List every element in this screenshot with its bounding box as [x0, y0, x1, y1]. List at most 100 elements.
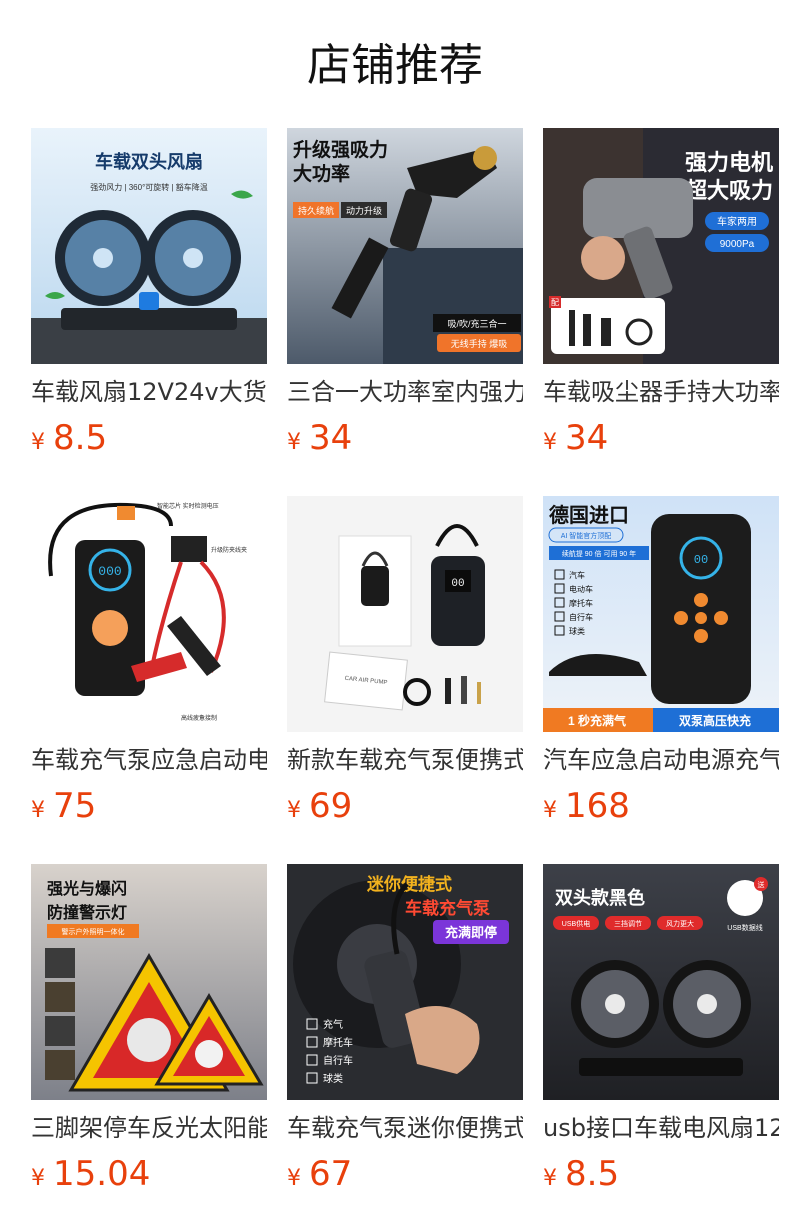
price-value: 34 — [309, 418, 353, 458]
product-card[interactable]: 升级强吸力 大功率 持久续航 动力升级 吸/吹/充三合一 无线手持 爆吸 三合一… — [287, 128, 523, 458]
image-check-1: 充气 — [323, 1018, 343, 1031]
image-screen: 00 — [694, 553, 708, 567]
image-tag-1: 持久续航 — [298, 205, 334, 216]
product-image[interactable]: 迷你便捷式 车载充气泵 充满即停 充气 摩托车 自行车 球类 — [287, 864, 523, 1100]
product-card[interactable]: 000 智能芯片 实时检测电压 升级防夹线夹 高线疲惫接制 车载充气泵应急启动电… — [31, 496, 267, 826]
product-image[interactable]: 强力电机 超大吸力 车家两用 9000Pa 配 — [543, 128, 779, 364]
currency-symbol: ¥ — [543, 798, 557, 823]
image-headline: 双头款黑色 — [555, 887, 645, 908]
image-note-2: 升级防夹线夹 — [211, 546, 247, 554]
image-bar-right: 双泵高压快充 — [679, 713, 751, 728]
product-name[interactable]: 三脚架停车反光太阳能警示灯 — [31, 1110, 267, 1146]
image-check-5: 球类 — [569, 626, 585, 636]
image-bar: 吸/吹/充三合一 — [447, 318, 506, 329]
image-sub: 续航提 90 倍 可用 90 年 — [562, 549, 636, 558]
currency-symbol: ¥ — [31, 1166, 45, 1191]
product-price: ¥34 — [287, 418, 352, 458]
product-name[interactable]: 车载吸尘器手持大功率 — [543, 374, 779, 410]
image-tag-3: 风力更大 — [666, 919, 694, 928]
product-price: ¥34 — [543, 418, 608, 458]
image-tag: 警示户外照明一体化 — [62, 927, 125, 936]
product-price: ¥15.04 — [31, 1154, 150, 1194]
image-headline-2: 大功率 — [293, 162, 350, 185]
product-name[interactable]: 车载风扇12V24v大货车 — [31, 374, 267, 410]
image-note-3: 高线疲惫接制 — [181, 714, 217, 722]
image-headline-1: 升级强吸力 — [293, 138, 388, 161]
image-check-3: 自行车 — [323, 1054, 353, 1067]
product-name[interactable]: 新款车载充气泵便携式 — [287, 742, 523, 778]
image-badge: 配 — [551, 298, 559, 307]
product-card[interactable]: 强力电机 超大吸力 车家两用 9000Pa 配 车载吸尘器手持大功率 ¥34 — [543, 128, 779, 458]
product-image[interactable]: 00 CAR AIR PUMP — [287, 496, 523, 732]
image-headline-1: 迷你便捷式 — [366, 874, 452, 894]
product-image[interactable]: 000 智能芯片 实时检测电压 升级防夹线夹 高线疲惫接制 — [31, 496, 267, 732]
currency-symbol: ¥ — [31, 430, 45, 455]
image-headline-2: 防撞警示灯 — [47, 903, 127, 922]
image-tag-1: USB供电 — [562, 919, 590, 928]
price-value: 69 — [309, 786, 353, 826]
image-check-4: 自行车 — [569, 612, 593, 622]
currency-symbol: ¥ — [287, 1166, 301, 1191]
product-price: ¥168 — [543, 786, 630, 826]
image-bar-2: 无线手持 爆吸 — [451, 338, 508, 349]
currency-symbol: ¥ — [287, 430, 301, 455]
image-headline-1: 强光与爆闪 — [47, 879, 127, 898]
price-value: 15.04 — [53, 1154, 151, 1194]
image-tag-2: 9000Pa — [720, 239, 755, 250]
currency-symbol: ¥ — [543, 1166, 557, 1191]
image-check-4: 球类 — [323, 1072, 343, 1085]
image-tag-1: 车家两用 — [717, 215, 757, 228]
image-note-1: 智能芯片 实时检测电压 — [157, 502, 219, 510]
product-card[interactable]: 车载双头风扇 强劲风力 | 360°可旋转 | 豁车降温 车载风扇12V24v大… — [31, 128, 267, 458]
image-headline-2: 车载充气泵 — [405, 898, 490, 918]
price-value: 8.5 — [565, 1154, 620, 1194]
price-value: 34 — [565, 418, 609, 458]
currency-symbol: ¥ — [31, 798, 45, 823]
image-tag: AI 智能官方顶配 — [561, 531, 612, 540]
product-price: ¥67 — [287, 1154, 352, 1194]
image-check-2: 电动车 — [569, 584, 593, 594]
image-headline-2: 超大吸力 — [685, 178, 773, 203]
product-image[interactable]: 德国进口 AI 智能官方顶配 续航提 90 倍 可用 90 年 汽车 电动车 摩… — [543, 496, 779, 732]
page-title: 店铺推荐 — [307, 40, 483, 91]
image-badge: 送 — [758, 880, 765, 889]
price-value: 75 — [53, 786, 97, 826]
price-value: 67 — [309, 1154, 353, 1194]
image-tag-2: 动力升级 — [346, 205, 382, 216]
image-check-1: 汽车 — [569, 570, 585, 580]
product-card[interactable]: 迷你便捷式 车载充气泵 充满即停 充气 摩托车 自行车 球类 车载充气泵迷你便携… — [287, 864, 523, 1194]
product-card[interactable]: 00 CAR AIR PUMP 新款车载充气泵便携式 ¥69 — [287, 496, 523, 826]
product-image[interactable]: 双头款黑色 USB供电 三挡调节 风力更大 送 USB数据线 — [543, 864, 779, 1100]
image-screen: 00 — [451, 578, 464, 590]
product-name[interactable]: 汽车应急启动电源充气泵 — [543, 742, 779, 778]
currency-symbol: ¥ — [287, 798, 301, 823]
price-value: 168 — [565, 786, 630, 826]
product-name[interactable]: usb接口车载电风扇12V — [543, 1110, 779, 1146]
product-price: ¥8.5 — [31, 418, 107, 458]
image-headline: 车载双头风扇 — [95, 151, 203, 172]
image-screen: 000 — [98, 564, 121, 579]
product-price: ¥69 — [287, 786, 352, 826]
image-bar-left: 1 秒充满气 — [568, 713, 626, 728]
product-image[interactable]: 强光与爆闪 防撞警示灯 警示户外照明一体化 — [31, 864, 267, 1100]
product-name[interactable]: 车载充气泵迷你便携式 — [287, 1110, 523, 1146]
image-headline: 德国进口 — [549, 503, 629, 527]
product-price: ¥75 — [31, 786, 96, 826]
currency-symbol: ¥ — [543, 430, 557, 455]
product-name[interactable]: 三合一大功率室内强力吸尘器 — [287, 374, 523, 410]
image-tag-2: 三挡调节 — [614, 919, 642, 928]
product-card[interactable]: 德国进口 AI 智能官方顶配 续航提 90 倍 可用 90 年 汽车 电动车 摩… — [543, 496, 779, 826]
image-usb-label: USB数据线 — [727, 923, 762, 932]
image-subtitle: 强劲风力 | 360°可旋转 | 豁车降温 — [90, 182, 208, 192]
product-card[interactable]: 双头款黑色 USB供电 三挡调节 风力更大 送 USB数据线 usb接口车载电风… — [543, 864, 779, 1194]
product-card[interactable]: 强光与爆闪 防撞警示灯 警示户外照明一体化 三脚架停车反光太阳能警示灯 ¥15.… — [31, 864, 267, 1194]
product-image[interactable]: 升级强吸力 大功率 持久续航 动力升级 吸/吹/充三合一 无线手持 爆吸 — [287, 128, 523, 364]
product-name[interactable]: 车载充气泵应急启动电源 — [31, 742, 267, 778]
image-headline-1: 强力电机 — [685, 150, 773, 175]
product-image[interactable]: 车载双头风扇 强劲风力 | 360°可旋转 | 豁车降温 — [31, 128, 267, 364]
image-tag: 充满即停 — [445, 925, 497, 940]
price-value: 8.5 — [53, 418, 108, 458]
image-check-3: 摩托车 — [569, 598, 593, 608]
image-check-2: 摩托车 — [323, 1036, 353, 1049]
product-price: ¥8.5 — [543, 1154, 619, 1194]
